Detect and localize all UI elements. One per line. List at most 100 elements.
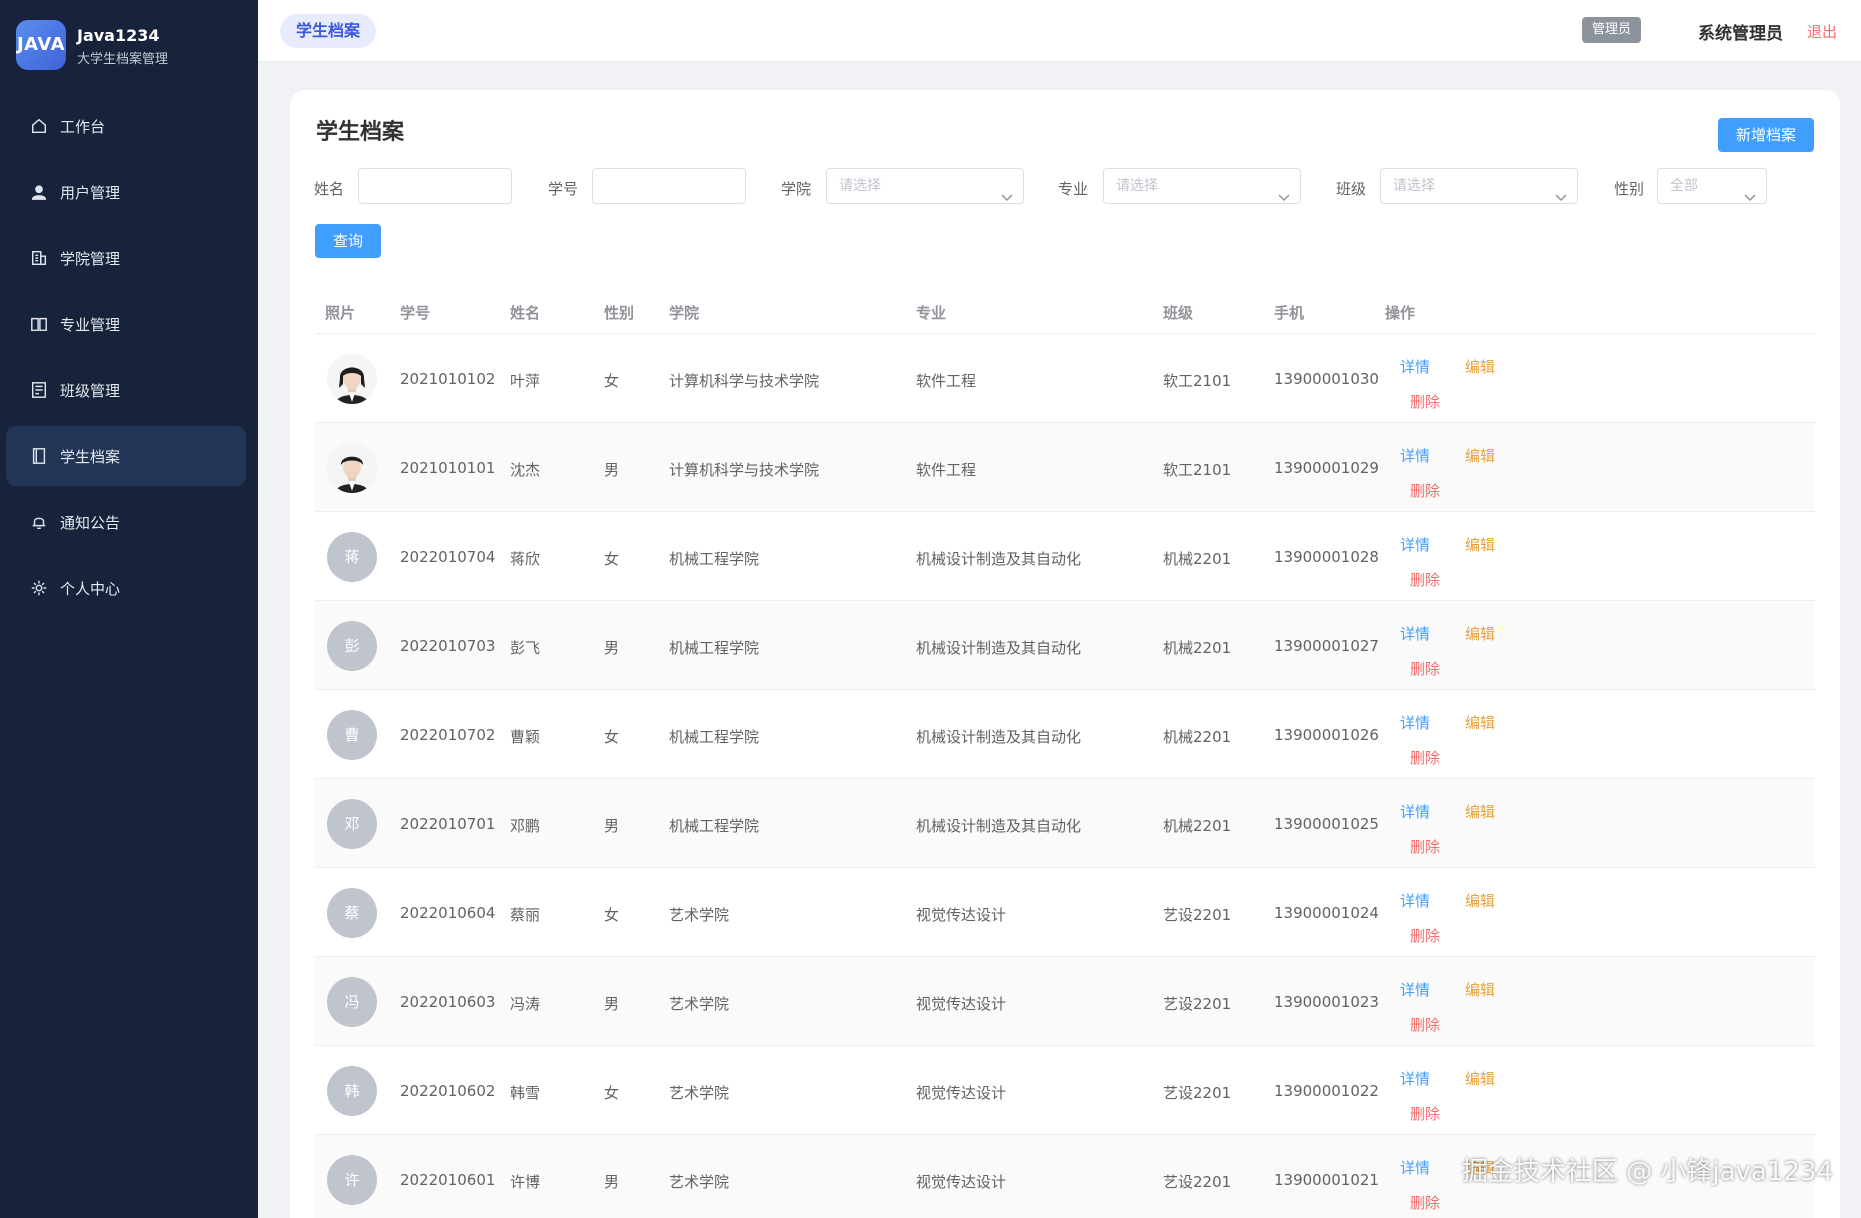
edit-link[interactable]: 编辑: [1465, 890, 1495, 911]
column-header: 照片: [325, 304, 356, 322]
cell-class: 机械2201: [1163, 728, 1232, 746]
cell-id: 2021010101: [400, 459, 496, 477]
delete-link[interactable]: 删除: [1410, 391, 1440, 412]
edit-link[interactable]: 编辑: [1465, 979, 1495, 1000]
sidebar-item-5[interactable]: 学生档案: [6, 426, 246, 486]
detail-link[interactable]: 详情: [1400, 534, 1430, 555]
class-placeholder: 请选择: [1393, 178, 1435, 194]
cell-id: 2022010703: [400, 637, 496, 655]
cell-class: 机械2201: [1163, 817, 1232, 835]
detail-link[interactable]: 详情: [1400, 445, 1430, 466]
cell-gender: 男: [604, 817, 620, 835]
delete-link[interactable]: 删除: [1410, 1103, 1440, 1124]
sidebar-item-4[interactable]: 班级管理: [6, 360, 246, 420]
sidebar-item-label: 学院管理: [60, 249, 121, 268]
detail-link[interactable]: 详情: [1400, 1157, 1430, 1178]
id-input[interactable]: [592, 168, 746, 204]
cell-phone: 13900001027: [1274, 637, 1379, 655]
gender-select[interactable]: 全部: [1657, 168, 1767, 204]
detail-link[interactable]: 详情: [1400, 801, 1430, 822]
table-row: 2021010101 沈杰 男 计算机科学与技术学院 软件工程 软工2101 1390000…: [315, 423, 1815, 512]
detail-link[interactable]: 详情: [1400, 356, 1430, 377]
name-input[interactable]: [358, 168, 512, 204]
avatar: 邓: [327, 799, 377, 849]
sidebar-item-label: 专业管理: [60, 315, 121, 334]
college-select[interactable]: 请选择: [826, 168, 1024, 204]
edit-link[interactable]: 编辑: [1465, 1068, 1495, 1089]
logout-link[interactable]: 退出: [1807, 21, 1837, 42]
sidebar-item-0[interactable]: 工作台: [6, 96, 246, 156]
chevron-down-icon: [1744, 181, 1756, 202]
sidebar-item-1[interactable]: 用户管理: [6, 162, 246, 222]
column-header: 性别: [604, 304, 635, 322]
sidebar-item-2[interactable]: 学院管理: [6, 228, 246, 288]
delete-link[interactable]: 删除: [1410, 569, 1440, 590]
avatar: 彭: [327, 621, 377, 671]
cell-phone: 13900001028: [1274, 548, 1379, 566]
delete-link[interactable]: 删除: [1410, 480, 1440, 501]
delete-link[interactable]: 删除: [1410, 747, 1440, 768]
brand-title: Java1234: [77, 26, 160, 45]
major-select[interactable]: 请选择: [1103, 168, 1301, 204]
avatar: 许: [327, 1155, 377, 1205]
query-button[interactable]: 查询: [315, 224, 381, 258]
sidebar-item-label: 工作台: [60, 117, 106, 136]
edit-link[interactable]: 编辑: [1465, 712, 1495, 733]
cell-id: 2022010702: [400, 726, 496, 744]
cell-name: 蔡丽: [510, 906, 541, 924]
tab-student-archive[interactable]: 学生档案: [280, 14, 377, 48]
sidebar-item-label: 班级管理: [60, 381, 121, 400]
sidebar-item-6[interactable]: 通知公告: [6, 492, 246, 552]
sidebar-item-3[interactable]: 专业管理: [6, 294, 246, 354]
add-archive-button[interactable]: 新增档案: [1718, 118, 1814, 152]
delete-link[interactable]: 删除: [1410, 836, 1440, 857]
edit-link[interactable]: 编辑: [1465, 801, 1495, 822]
cell-gender: 女: [604, 550, 620, 568]
delete-link[interactable]: 删除: [1410, 925, 1440, 946]
brand-subtitle: 大学生档案管理: [77, 52, 169, 67]
delete-link[interactable]: 删除: [1410, 1192, 1440, 1213]
cell-college: 艺术学院: [669, 995, 730, 1013]
avatar: 冯: [327, 977, 377, 1027]
cell-name: 蒋欣: [510, 550, 541, 568]
sidebar-menu: 工作台用户管理学院管理专业管理班级管理学生档案通知公告 个人中心: [6, 96, 246, 624]
cell-gender: 女: [604, 906, 620, 924]
detail-link[interactable]: 详情: [1400, 623, 1430, 644]
detail-link[interactable]: 详情: [1400, 712, 1430, 733]
avatar: 蒋: [327, 532, 377, 582]
cell-id: 2022010603: [400, 993, 496, 1011]
class-select[interactable]: 请选择: [1380, 168, 1578, 204]
cell-gender: 女: [604, 1084, 620, 1102]
detail-link[interactable]: 详情: [1400, 890, 1430, 911]
watermark: 掘金技术社区 @ 小锋java1234: [1461, 1157, 1833, 1187]
delete-link[interactable]: 删除: [1410, 658, 1440, 679]
detail-link[interactable]: 详情: [1400, 1068, 1430, 1089]
book-icon: [30, 315, 48, 333]
cell-name: 许博: [510, 1173, 541, 1191]
chevron-down-icon: [1001, 181, 1013, 202]
edit-link[interactable]: 编辑: [1465, 356, 1495, 377]
cell-college: 机械工程学院: [669, 728, 760, 746]
cell-gender: 男: [604, 639, 620, 657]
student-photo: [327, 354, 377, 404]
sidebar-item-label: 学生档案: [60, 447, 121, 466]
edit-link[interactable]: 编辑: [1465, 623, 1495, 644]
edit-link[interactable]: 编辑: [1465, 445, 1495, 466]
cell-major: 视觉传达设计: [916, 906, 1007, 924]
cell-name: 彭飞: [510, 639, 541, 657]
sidebar-item-label: 用户管理: [60, 183, 121, 202]
delete-link[interactable]: 删除: [1410, 1014, 1440, 1035]
detail-link[interactable]: 详情: [1400, 979, 1430, 1000]
table-row: 韩 2022010602 韩雪 女 艺术学院 视觉传达设计 艺设2201 1390000102…: [315, 1046, 1815, 1135]
sidebar: JAVA Java1234 大学生档案管理 工作台 用户管理 学院管理 专业管理 班级管…: [0, 0, 258, 1218]
sidebar-item-7[interactable]: 个人中心: [6, 558, 246, 618]
edit-link[interactable]: 编辑: [1465, 534, 1495, 555]
user-name[interactable]: 系统管理员: [1698, 19, 1783, 44]
notebook-icon: [30, 447, 48, 465]
gear-icon: [30, 579, 48, 597]
page-title: 学生档案: [316, 120, 405, 145]
cell-name: 叶萍: [510, 372, 541, 390]
cell-name: 曹颖: [510, 728, 541, 746]
cell-major: 视觉传达设计: [916, 1084, 1007, 1102]
cell-id: 2022010701: [400, 815, 496, 833]
